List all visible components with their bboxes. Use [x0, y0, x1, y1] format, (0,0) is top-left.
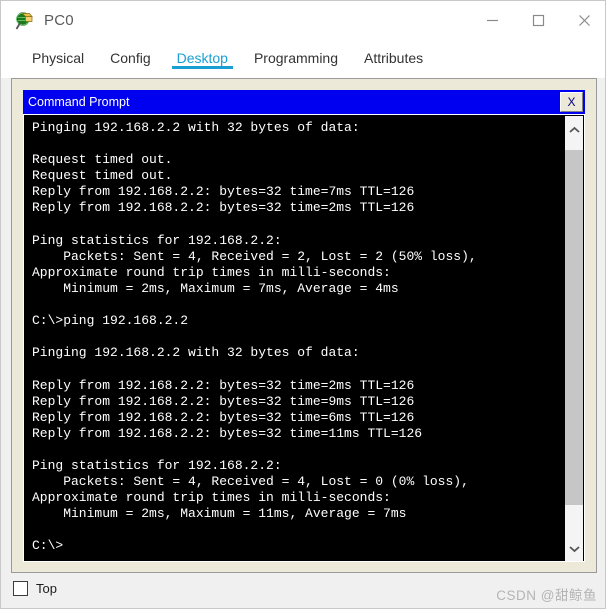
top-checkbox[interactable] — [13, 581, 28, 596]
scroll-down-button[interactable] — [565, 534, 583, 561]
desktop-panel: Command Prompt X Pinging 192.168.2.2 wit… — [11, 78, 597, 573]
scrollbar-thumb[interactable] — [565, 150, 583, 505]
command-prompt-titlebar: Command Prompt X — [23, 90, 585, 114]
tab-bar: Physical Config Desktop Programming Attr… — [1, 40, 605, 78]
minimize-button[interactable] — [469, 1, 515, 40]
packet-tracer-icon — [15, 11, 35, 31]
tab-programming[interactable]: Programming — [241, 40, 351, 78]
command-prompt-title: Command Prompt — [28, 95, 130, 109]
window-titlebar: PC0 — [1, 1, 605, 40]
top-checkbox-label: Top — [36, 581, 57, 596]
titlebar-left: PC0 — [1, 11, 469, 31]
window-controls — [469, 1, 605, 40]
tab-config[interactable]: Config — [97, 40, 163, 78]
tab-attributes[interactable]: Attributes — [351, 40, 436, 78]
scroll-up-button[interactable] — [565, 116, 583, 144]
terminal-output: Pinging 192.168.2.2 with 32 bytes of dat… — [32, 120, 477, 554]
close-button[interactable] — [561, 1, 605, 40]
command-prompt-close-button[interactable]: X — [560, 92, 583, 112]
top-checkbox-row[interactable]: Top — [13, 581, 57, 596]
command-prompt-body[interactable]: Pinging 192.168.2.2 with 32 bytes of dat… — [23, 114, 585, 562]
pc-device-window: PC0 Physical Config Desktop Programming … — [0, 0, 606, 609]
watermark: CSDN @甜鲸鱼 — [496, 588, 597, 603]
footer-bar: Top CSDN @甜鲸鱼 — [1, 575, 605, 608]
tab-physical[interactable]: Physical — [19, 40, 97, 78]
scrollbar-track[interactable] — [565, 144, 583, 534]
maximize-button[interactable] — [515, 1, 561, 40]
window-title: PC0 — [44, 12, 74, 29]
terminal-scrollbar[interactable] — [565, 116, 583, 561]
tab-desktop[interactable]: Desktop — [164, 40, 241, 78]
command-prompt-window: Command Prompt X Pinging 192.168.2.2 wit… — [23, 90, 585, 562]
